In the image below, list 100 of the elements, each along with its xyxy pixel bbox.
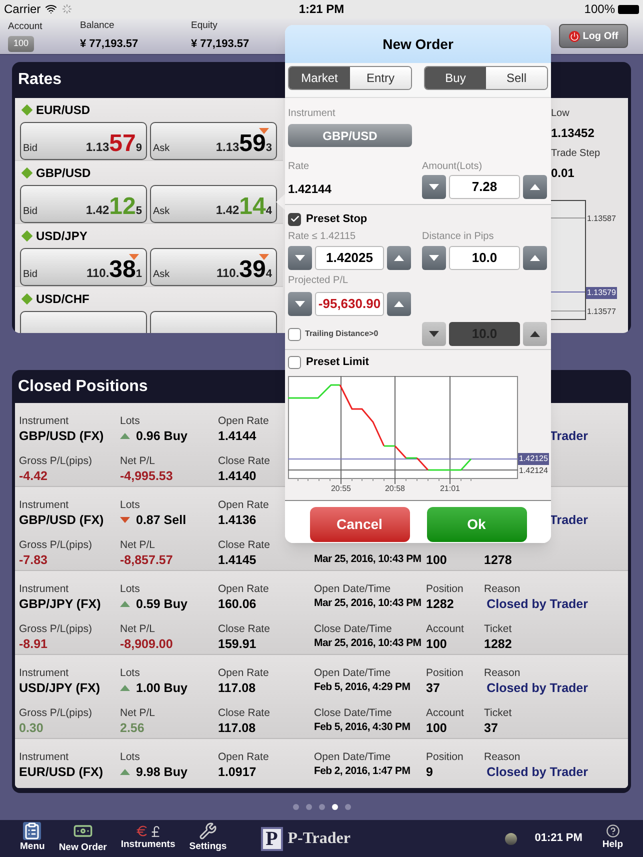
down-triangle-icon: [129, 254, 139, 260]
cell-value: Mar 25, 2016, 10:43 PM: [314, 552, 422, 568]
checklist-icon: [23, 822, 42, 840]
checkbox-label[interactable]: Preset Stop: [288, 211, 548, 227]
decrease-button[interactable]: [288, 292, 312, 316]
quote-price: 110.394: [216, 257, 272, 283]
column-label: Reason: [484, 751, 520, 763]
help-icon: [606, 824, 620, 838]
detail-value: 0.01: [551, 165, 576, 182]
column-label: Close Rate: [218, 455, 270, 467]
cell-value: 37: [426, 680, 441, 697]
cell-value: 100: [426, 552, 448, 569]
column-label: Instrument: [19, 751, 69, 763]
column-label: Position: [426, 667, 464, 679]
quote-tile[interactable]: Bid 1.42125: [20, 185, 147, 223]
column-label: Open Rate: [218, 667, 269, 679]
field-label: Distance in Pips: [422, 230, 495, 244]
tab-bar-item[interactable]: New Order: [58, 821, 107, 856]
quote-price: 1.13579: [86, 131, 142, 157]
quote-side-label: Ask: [153, 268, 170, 282]
number-field[interactable]: 1.42025: [315, 246, 384, 270]
checkbox[interactable]: [288, 356, 301, 368]
cancel-button[interactable]: Cancel: [310, 507, 410, 542]
column-label: Reason: [484, 667, 520, 679]
quote-tile[interactable]: Ask 1.13593: [150, 122, 277, 160]
up-triangle-icon: [120, 433, 130, 439]
number-field[interactable]: 10.0: [449, 246, 520, 270]
field-label: Instrument: [288, 107, 336, 121]
checkbox[interactable]: [288, 212, 301, 226]
checkbox[interactable]: [288, 328, 301, 340]
down-triangle-icon: [120, 517, 130, 523]
checkbox-label[interactable]: Trailing Distance>0: [288, 328, 422, 340]
tab-bar-item[interactable]: Instruments: [120, 824, 176, 853]
quote-tile[interactable]: Ask 1.42144: [150, 185, 277, 223]
quote-price: 1.42144: [216, 194, 272, 220]
cell-value: 1282: [484, 636, 513, 653]
column-label: Open Date/Time: [314, 583, 391, 595]
down-triangle-icon: [259, 128, 269, 134]
segment-tab[interactable]: Sell: [486, 67, 547, 89]
segment-tab[interactable]: Entry: [350, 67, 411, 89]
price-label: 1.13587: [586, 213, 617, 225]
quote-side-label: Bid: [23, 142, 38, 156]
field-label: Rate ≤ 1.42115: [288, 230, 357, 244]
time-label: 21:01: [440, 483, 460, 495]
segment-tab[interactable]: Market: [289, 67, 350, 89]
quote-price: 110.381: [86, 257, 142, 283]
segment-tab[interactable]: Buy: [425, 67, 486, 89]
column-label: Gross P/L(pips): [19, 623, 92, 635]
quote-tile[interactable]: Bid 110.381: [20, 248, 147, 286]
cell-value: GBP/USD (FX): [19, 512, 105, 529]
help-button[interactable]: Help: [602, 824, 623, 853]
log-off-button[interactable]: Log Off: [559, 24, 628, 48]
column-label: Open Rate: [218, 415, 269, 427]
cell-value: Closed by Trader: [486, 680, 588, 697]
tab-bar-item[interactable]: Settings: [189, 822, 227, 855]
increase-button[interactable]: [387, 246, 411, 270]
increase-button[interactable]: [387, 292, 411, 316]
increase-button[interactable]: [523, 322, 547, 346]
decrease-button[interactable]: [422, 246, 446, 270]
price-label: 1.42124: [518, 465, 549, 477]
column-label: Instrument: [19, 415, 69, 427]
checkbox-label[interactable]: Preset Limit: [288, 354, 548, 370]
column-label: Account: [426, 707, 464, 719]
cell-value: GBP/USD (FX): [19, 428, 105, 445]
increase-button[interactable]: [523, 246, 547, 270]
field-label: Balance: [80, 19, 116, 34]
tab-bar-item[interactable]: Menu: [20, 822, 45, 855]
decrease-button[interactable]: [422, 322, 446, 346]
cell-value: -7.83: [19, 552, 48, 569]
quote-tile[interactable]: Bid 1.13579: [20, 122, 147, 160]
cell-value: -8.91: [19, 636, 48, 653]
panel-title: Closed Positions: [18, 376, 148, 396]
column-label: Lots: [120, 751, 140, 763]
cell-value: USD/JPY (FX): [19, 680, 102, 697]
clock: 1:21 PM: [298, 1, 344, 18]
decrease-button[interactable]: [288, 246, 312, 270]
cell-value: 1282: [426, 596, 455, 613]
number-field[interactable]: 7.28: [449, 175, 520, 199]
column-label: Close Date/Time: [314, 707, 392, 719]
decrease-button[interactable]: [422, 175, 446, 199]
increase-button[interactable]: [523, 175, 547, 199]
cell-value: 1.00 Buy: [120, 678, 218, 698]
quote-side-label: Bid: [23, 268, 38, 282]
down-triangle-icon: [295, 255, 305, 261]
cell-value: 0.30: [19, 720, 44, 737]
down-triangle-icon: [429, 184, 439, 190]
field-label: Rate: [288, 160, 310, 174]
cell-value: 100: [426, 720, 448, 737]
cell-value: 37: [484, 720, 499, 737]
column-label: Net P/L: [120, 623, 156, 635]
cell-value: Trader: [550, 428, 588, 445]
number-field[interactable]: -95,630.90: [315, 292, 384, 316]
cell-value: 1.4144: [218, 428, 258, 445]
quote-tile[interactable]: Ask 110.394: [150, 248, 277, 286]
loading-icon: [62, 4, 72, 14]
up-triangle-icon: [530, 255, 540, 261]
column-label: Account: [426, 623, 464, 635]
connection-status-icon: [504, 832, 517, 844]
cell-value: 0.59 Buy: [120, 594, 218, 614]
quote-price: 1.42125: [86, 194, 142, 220]
